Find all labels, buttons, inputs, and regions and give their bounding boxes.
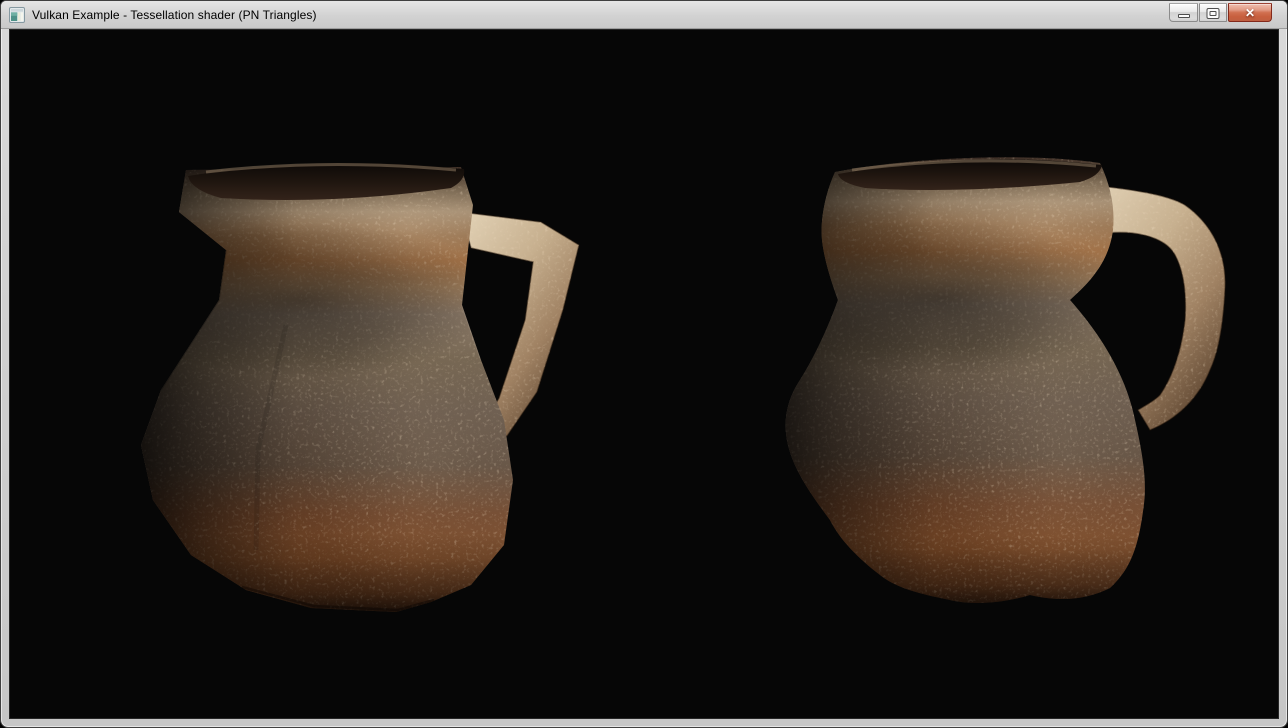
window-controls: ✕: [1169, 3, 1272, 22]
close-icon: ✕: [1245, 6, 1255, 20]
app-window: Vulkan Example - Tessellation shader (PN…: [0, 0, 1288, 728]
close-button[interactable]: ✕: [1228, 3, 1272, 22]
app-icon: [9, 7, 25, 23]
maximize-button[interactable]: [1199, 3, 1227, 22]
window-title: Vulkan Example - Tessellation shader (PN…: [32, 8, 317, 22]
minimize-icon: [1178, 14, 1190, 18]
client-area: [9, 29, 1279, 719]
render-viewport[interactable]: [10, 30, 1278, 718]
left-jug-render: [136, 150, 596, 618]
minimize-button[interactable]: [1169, 3, 1198, 22]
maximize-icon: [1207, 8, 1220, 19]
titlebar[interactable]: Vulkan Example - Tessellation shader (PN…: [1, 1, 1287, 29]
right-jug-render: [770, 148, 1240, 620]
